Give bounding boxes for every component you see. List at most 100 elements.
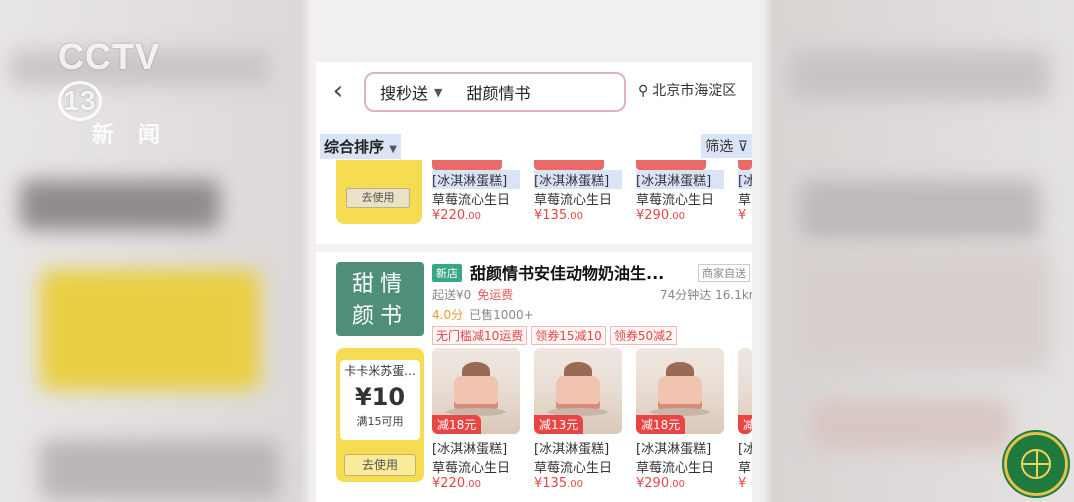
divider (316, 244, 752, 252)
product-price: ¥135.00 (534, 476, 583, 491)
product-image: 减 (738, 348, 752, 434)
product-image (534, 160, 604, 170)
product-name: [冰淇淋蛋糕] (432, 170, 520, 189)
product-image (738, 160, 752, 170)
rating-row: 4.0分 已售1000+ (432, 306, 534, 323)
product-name: [冰淇淋蛋糕] (432, 442, 508, 457)
product-desc: 草莓流心生日 (534, 193, 613, 208)
product-desc: 草莓流心生日 (636, 461, 715, 476)
product-image: 减18元 (432, 348, 520, 434)
product-price: ¥220.00 (432, 208, 481, 223)
product-item[interactable]: [冰 草 ¥ (738, 160, 752, 223)
coupon-body: 卡卡米苏蛋... ¥10 满15可用 (340, 360, 420, 440)
use-coupon-button[interactable]: 去使用 (346, 188, 410, 208)
product-image: 减18元 (636, 348, 724, 434)
filter-label: 筛选 (705, 139, 734, 155)
chevron-down-icon[interactable]: ▼ (434, 86, 442, 99)
blur-shape (810, 400, 1010, 450)
product-item[interactable]: [冰淇淋蛋糕] 草莓流心生日 ¥290.00 (636, 160, 724, 223)
search-input[interactable]: 甜颜情书 (466, 80, 530, 104)
blur-shape (790, 250, 1050, 370)
store-card[interactable]: 甜情 颜书 奶油·奶精 · 奶油 新店 甜颜情书安佳动物奶油生... 商家自送 … (316, 252, 752, 502)
product-price: ¥290.00 (636, 208, 685, 223)
product-image: 减13元 (534, 348, 622, 434)
delivery-type-badge: 商家自送 (698, 264, 750, 282)
product-price: ¥135.00 (534, 208, 583, 223)
store-card[interactable]: 去使用 [冰淇淋蛋糕] 草莓流心生日 ¥220.00 [冰淇淋蛋糕] 草莓流心生… (316, 160, 752, 244)
sort-dropdown[interactable]: 综合排序 ▼ (320, 134, 401, 159)
store-logo[interactable]: 甜情 颜书 奶油·奶精 · 奶油 (336, 262, 424, 347)
product-image (432, 160, 502, 170)
search-mode[interactable]: 搜秒送 (380, 80, 428, 104)
product-list: [冰淇淋蛋糕] 草莓流心生日 ¥220.00 [冰淇淋蛋糕] 草莓流心生日 ¥1… (432, 160, 752, 223)
product-item[interactable]: 减18元 [冰淇淋蛋糕] 草莓流心生日 ¥220.00 (432, 348, 520, 491)
product-name: [冰 (738, 170, 752, 189)
product-desc: 草莓流心生日 (534, 461, 613, 476)
location-pin-icon: ⚲ (638, 83, 649, 99)
product-price: ¥220.00 (432, 476, 481, 491)
promo-tags: 无门槛减10运费 领券15减10 领券50减2 (432, 326, 677, 345)
product-name: [冰淇淋蛋糕] (636, 170, 724, 189)
location-label: 北京市海淀区 (652, 83, 737, 99)
discount-badge: 减18元 (432, 415, 482, 434)
sold-count: 已售1000+ (469, 308, 534, 322)
search-box[interactable]: 搜秒送 ▼ 甜颜情书 (364, 72, 626, 112)
delivery-info: 起送¥0 免运费 (432, 286, 513, 303)
product-item[interactable]: 减 [冰 草 ¥ (738, 348, 752, 491)
distance: 16.1km (715, 288, 752, 302)
use-coupon-button[interactable]: 去使用 (344, 454, 416, 476)
delivery-time-distance: 74分钟达 16.1km (660, 286, 752, 303)
filter-button[interactable]: 筛选 ⊽ (701, 134, 752, 158)
min-order: 起送¥0 (432, 288, 472, 302)
blur-shape (40, 270, 260, 390)
product-price: ¥ (738, 476, 747, 491)
blur-shape (40, 440, 280, 500)
product-price: ¥ (738, 208, 747, 223)
product-price: ¥290.00 (636, 476, 685, 491)
promo-tag: 无门槛减10运费 (432, 326, 528, 345)
sort-label: 综合排序 (324, 138, 385, 156)
cake-shape (658, 376, 702, 410)
broadcaster-logo: CCTV13 新闻 (58, 36, 198, 149)
product-name: [冰淇淋蛋糕] (534, 170, 622, 189)
product-item[interactable]: 减18元 [冰淇淋蛋糕] 草莓流心生日 ¥290.00 (636, 348, 724, 491)
blur-shape (20, 180, 220, 230)
product-item[interactable]: 减13元 [冰淇淋蛋糕] 草莓流心生日 ¥135.00 (534, 348, 622, 491)
product-desc: 草莓流心生日 (636, 193, 715, 208)
cake-shape (556, 376, 600, 410)
chevron-down-icon: ▼ (389, 144, 397, 155)
blur-shape (790, 50, 1050, 100)
sort-bar: 综合排序 ▼ 筛选 ⊽ (316, 130, 752, 160)
coupon-amount: ¥10 (354, 383, 406, 411)
store-logo-text: 甜情 颜书 (351, 272, 408, 329)
product-item[interactable]: [冰淇淋蛋糕] 草莓流心生日 ¥220.00 (432, 160, 520, 223)
product-name: [冰 (738, 442, 752, 457)
logo-channel: 13 (58, 81, 102, 122)
product-item[interactable]: [冰淇淋蛋糕] 草莓流心生日 ¥135.00 (534, 160, 622, 223)
globe-icon (1021, 449, 1051, 479)
product-list: 减18元 [冰淇淋蛋糕] 草莓流心生日 ¥220.00 减13元 [冰淇淋蛋糕]… (432, 348, 752, 491)
product-desc: 草莓流心生日 (432, 193, 511, 208)
filter-icon: ⊽ (737, 139, 748, 155)
product-name: [冰淇淋蛋糕] (636, 442, 712, 457)
product-image (636, 160, 706, 170)
coupon-condition: 满15可用 (356, 415, 404, 428)
cake-shape (454, 376, 498, 410)
product-name: [冰淇淋蛋糕] (534, 442, 610, 457)
product-desc: 草 (738, 461, 752, 476)
rating: 4.0分 (432, 308, 464, 322)
free-delivery: 免运费 (477, 288, 514, 302)
coupon-card: 卡卡米苏蛋... ¥10 满15可用 去使用 (336, 348, 424, 482)
delivery-time: 74分钟达 (660, 288, 712, 302)
promo-tag: 领券50减2 (609, 326, 677, 345)
location-selector[interactable]: ⚲ 北京市海淀区 (638, 80, 736, 100)
emblem-icon (1004, 432, 1068, 496)
new-store-badge: 新店 (432, 264, 462, 282)
coupon-card: 去使用 (336, 160, 422, 224)
coupon-name: 卡卡米苏蛋... (344, 364, 416, 378)
chevron-left-icon[interactable]: ‹ (324, 76, 352, 106)
product-desc: 草 (738, 193, 752, 208)
promo-tag: 领券15减10 (531, 326, 606, 345)
discount-badge: 减13元 (534, 415, 584, 434)
store-name[interactable]: 甜颜情书安佳动物奶油生... (470, 260, 692, 284)
